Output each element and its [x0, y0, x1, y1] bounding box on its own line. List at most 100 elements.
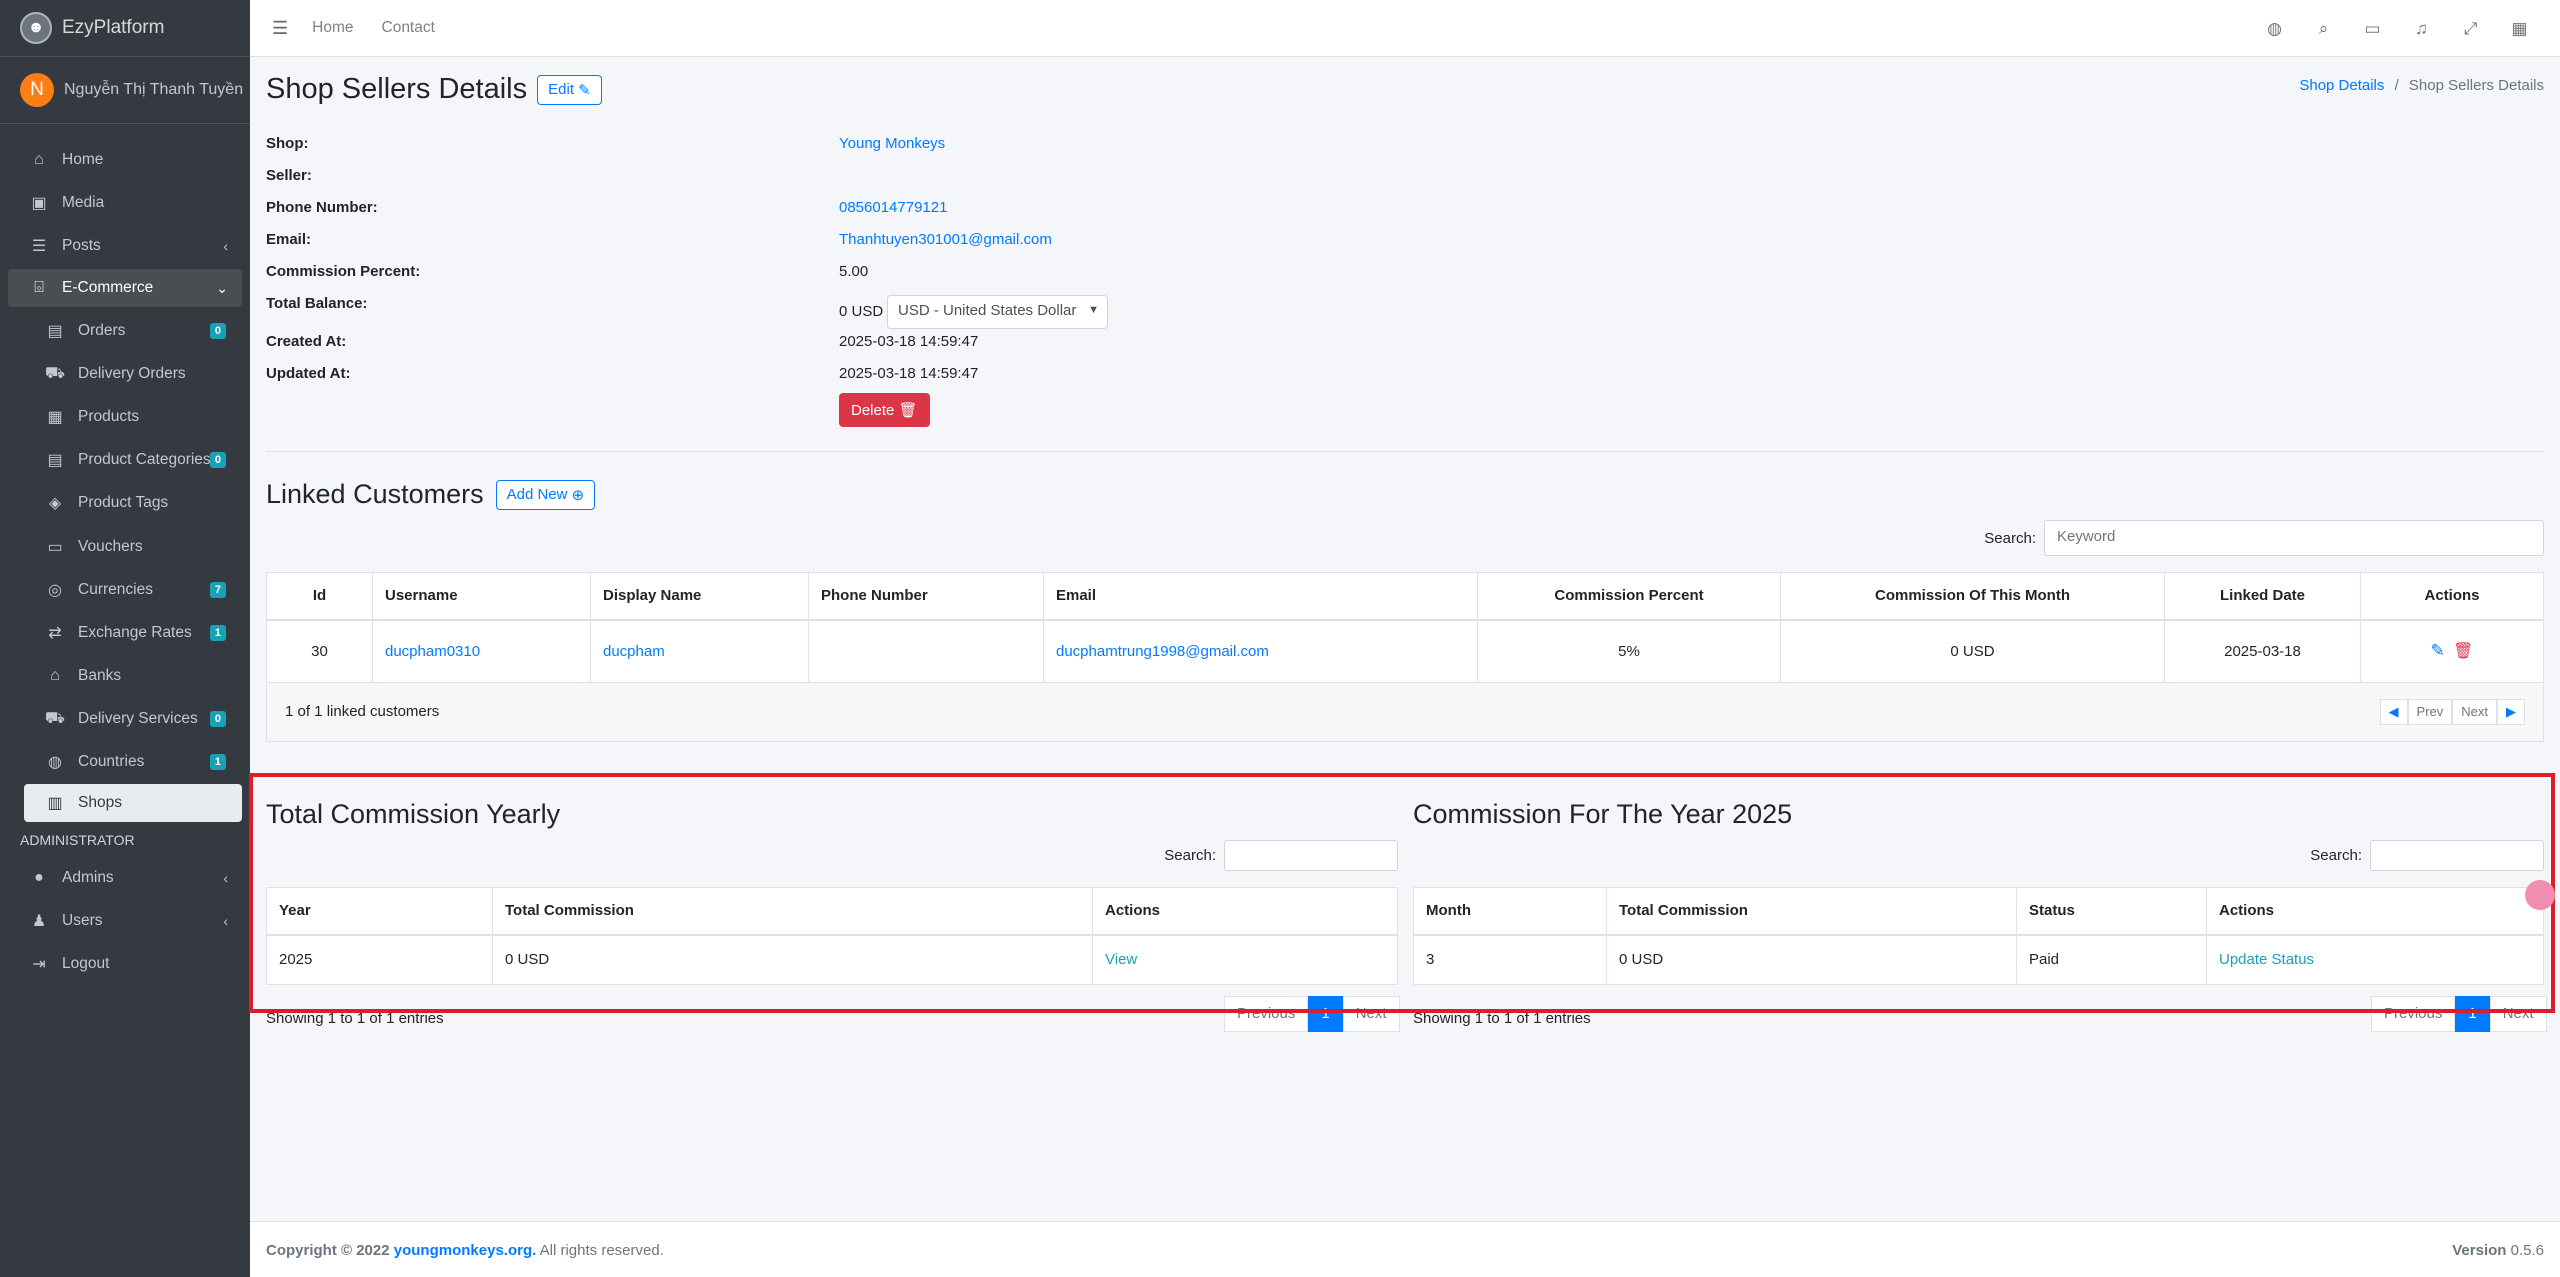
sidebar-item-delivery-services[interactable]: ⛟ Delivery Services 0: [24, 698, 242, 741]
count-badge: 0: [209, 711, 226, 728]
users-icon: ♟: [31, 912, 47, 930]
linked-customers-table: Id Username Display Name Phone Number Em…: [266, 572, 2544, 683]
file-icon: ▤: [47, 322, 63, 340]
page-title: Shop Sellers Details: [266, 73, 528, 105]
brand-link[interactable]: ☻ EzyPlatform: [0, 0, 250, 57]
monthly-title: Commission For The Year 2025: [1413, 799, 1793, 829]
table-row: 2025 0 USD View: [266, 934, 1398, 985]
chevron-left-icon: ‹: [223, 912, 228, 929]
monthly-search-input[interactable]: [2370, 840, 2544, 871]
sidebar-item-shops[interactable]: ▥ Shops: [24, 784, 242, 823]
username-link[interactable]: ducpham0310: [385, 643, 480, 660]
sidebar-item-ecommerce[interactable]: ⌺ E-Commerce ⌄: [8, 269, 242, 307]
yearly-search-input[interactable]: [1224, 840, 1398, 871]
truck-loading-icon: ⛟: [44, 364, 66, 382]
version: Version 0.5.6: [2452, 1242, 2544, 1259]
ticket-icon: ▭: [47, 538, 63, 556]
chevron-left-icon: ‹: [223, 869, 228, 886]
sidebar-item-products[interactable]: ▦ Products: [24, 395, 242, 438]
truck-icon: ⛟: [44, 710, 66, 728]
globe-icon: ◍: [48, 754, 62, 772]
page-1-button[interactable]: 1: [1308, 996, 1343, 1032]
monthly-table: Month Total Commission Status Actions 3 …: [1413, 887, 2544, 985]
next-button[interactable]: Next: [1342, 996, 1400, 1032]
yearly-info: Showing 1 to 1 of 1 entries: [266, 1010, 444, 1027]
currency-select[interactable]: USD - United States Dollar ▼: [887, 295, 1108, 329]
divider: [266, 451, 2544, 452]
nav-home-link[interactable]: Home: [312, 19, 353, 37]
trash-icon[interactable]: 🗑: [2453, 643, 2473, 660]
count-badge: 1: [209, 754, 226, 771]
breadcrumb-shop-details[interactable]: Shop Details: [2299, 77, 2384, 94]
cubes-icon: ▦: [47, 408, 63, 426]
view-link[interactable]: View: [1105, 951, 1137, 968]
sidebar-item-banks[interactable]: ⌂ Banks: [24, 655, 242, 698]
sidebar-nav: ⌂ Home ▣ Media ☰ Posts ‹ ⌺ E-Commerce ⌄ ▤ Order…: [0, 124, 250, 985]
sidebar-item-media[interactable]: ▣ Media: [8, 181, 242, 224]
edit-button[interactable]: Edit ✎: [537, 74, 602, 105]
count-badge: 0: [209, 452, 226, 469]
comments-icon[interactable]: ▭: [2348, 19, 2397, 39]
sidebar-item-home[interactable]: ⌂ Home: [8, 138, 242, 181]
prev-button[interactable]: Prev: [2407, 699, 2453, 725]
sidebar-item-exchange-rates[interactable]: ⇄ Exchange Rates 1: [24, 611, 242, 654]
user-panel[interactable]: N Nguyễn Thị Thanh Tuyền: [0, 57, 250, 124]
next-arrow-icon[interactable]: ▶: [2497, 699, 2525, 725]
previous-button[interactable]: Previous: [1224, 996, 1309, 1032]
breadcrumb-current: Shop Sellers Details: [2408, 77, 2544, 94]
sidebar-item-orders[interactable]: ▤ Orders 0: [24, 309, 242, 352]
site-link[interactable]: youngmonkeys.org.: [394, 1242, 537, 1259]
sidebar-item-currencies[interactable]: ◎ Currencies 7: [24, 568, 242, 611]
count-badge: 0: [209, 322, 226, 339]
list-icon: ☰: [31, 237, 47, 255]
update-status-link[interactable]: Update Status: [2219, 951, 2314, 968]
page-header: Shop Sellers Details Edit ✎: [266, 73, 602, 106]
sidebar-item-product-tags[interactable]: ◈ Product Tags: [24, 482, 242, 525]
chevron-down-icon: ▼: [1088, 304, 1099, 316]
sidebar-item-users[interactable]: ♟ Users ‹: [8, 899, 242, 942]
page-1-button[interactable]: 1: [2455, 996, 2490, 1032]
count-badge: 7: [209, 581, 226, 598]
bell-icon[interactable]: ♫: [2397, 19, 2446, 39]
store-icon: ▥: [47, 795, 63, 813]
monthly-pager: Previous 1 Next: [2371, 996, 2547, 1032]
next-button[interactable]: Next: [2489, 996, 2547, 1032]
sidebar-item-admins[interactable]: ● Admins ‹: [8, 856, 242, 899]
email-link[interactable]: Thanhtuyen301001@gmail.com: [839, 231, 1052, 248]
home-icon: ⌂: [34, 150, 44, 168]
nav-contact-link[interactable]: Contact: [382, 19, 435, 37]
bank-icon: ⌂: [50, 667, 60, 685]
copyright: Copyright © 2022 youngmonkeys.org. All r…: [266, 1242, 664, 1259]
shop-link[interactable]: Young Monkeys: [839, 135, 945, 152]
hamburger-icon[interactable]: ☰: [272, 18, 288, 39]
edit-icon[interactable]: ✎: [2431, 641, 2445, 660]
prev-arrow-icon[interactable]: ◀: [2379, 699, 2408, 725]
fullscreen-icon[interactable]: ⤢: [2446, 19, 2495, 39]
exchange-icon: ⇄: [48, 624, 62, 642]
customer-email-link[interactable]: ducphamtrung1998@gmail.com: [1056, 643, 1269, 660]
sidebar-item-countries[interactable]: ◍ Countries 1: [24, 741, 242, 784]
trash-icon: 🗑: [898, 402, 918, 419]
nav-header-administrator: ADMINISTRATOR: [20, 832, 135, 849]
previous-button[interactable]: Previous: [2371, 996, 2456, 1032]
phone-link[interactable]: 0856014779121: [839, 199, 947, 216]
sidebar-item-logout[interactable]: ⇥ Logout: [8, 942, 242, 985]
display-name-link[interactable]: ducpham: [603, 643, 665, 660]
search-input[interactable]: Keyword: [2044, 520, 2544, 556]
next-button[interactable]: Next: [2452, 699, 2497, 725]
sidebar-item-product-categories[interactable]: ▤ Product Categories 0: [24, 439, 242, 482]
sidebar-item-delivery-orders[interactable]: ⛟ Delivery Orders: [24, 352, 242, 395]
user-name[interactable]: Nguyễn Thị Thanh Tuyền: [64, 81, 243, 99]
add-new-button[interactable]: Add New ⊕: [495, 479, 596, 510]
delete-button[interactable]: Delete 🗑: [839, 393, 930, 427]
chevron-left-icon: ‹: [223, 237, 228, 254]
navbar-actions: ◍ ⌕ ▭ ♫ ⤢ ▦: [2250, 0, 2544, 57]
plus-circle-icon: ⊕: [571, 486, 585, 504]
sidebar-item-posts[interactable]: ☰ Posts ‹: [8, 224, 242, 267]
grid-icon[interactable]: ▦: [2495, 19, 2544, 39]
search-icon[interactable]: ⌕: [2299, 19, 2348, 39]
clipboard-icon: ▤: [47, 452, 63, 470]
globe-icon[interactable]: ◍: [2250, 19, 2299, 39]
sidebar-item-vouchers[interactable]: ▭ Vouchers: [24, 525, 242, 568]
floating-widget-icon[interactable]: [2525, 880, 2555, 910]
